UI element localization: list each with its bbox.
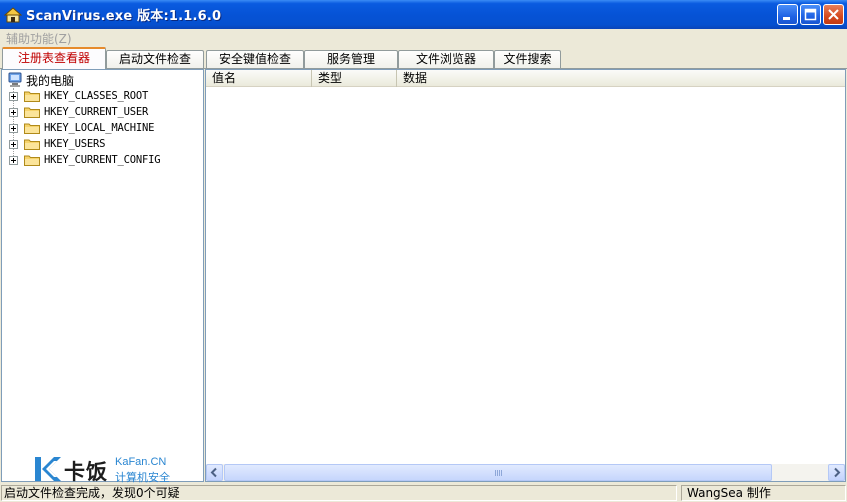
scroll-right-button[interactable] <box>828 464 845 481</box>
expand-icon[interactable] <box>9 91 18 101</box>
scrollbar-track[interactable] <box>223 464 828 481</box>
values-list[interactable]: 值名 类型 数据 <box>205 69 846 482</box>
watermark-english: KaFan.CN <box>115 456 167 468</box>
status-bar: 启动文件检查完成，发现0个可疑 WangSea 制作 <box>0 483 847 502</box>
folder-icon <box>24 107 40 118</box>
maximize-button[interactable] <box>800 4 821 25</box>
status-message: 启动文件检查完成，发现0个可疑 <box>1 485 677 501</box>
folder-icon <box>24 91 40 102</box>
kafan-watermark: 卡饭 KaFan.CN 计算机安全 <box>34 455 184 485</box>
tab-registry-viewer[interactable]: 注册表查看器 <box>2 47 106 69</box>
expand-icon[interactable] <box>9 139 18 149</box>
expand-icon[interactable] <box>9 123 18 133</box>
tree-item-label: HKEY_CLASSES_ROOT <box>44 90 149 102</box>
window-title: ScanVirus.exe 版本:1.1.6.0 <box>26 9 222 24</box>
tree-root-my-computer[interactable]: 我的电脑 <box>8 72 74 88</box>
menu-item-tools[interactable]: 辅助功能(Z) <box>6 30 72 47</box>
tree-item-hkcc[interactable]: HKEY_CURRENT_CONFIG <box>9 152 161 168</box>
column-header-data[interactable]: 数据 <box>397 70 517 87</box>
tab-service-manager[interactable]: 服务管理 <box>304 50 398 69</box>
registry-tree[interactable]: 我的电脑 HKEY_CLASSES_ROOT HKEY_CURRENT_USER… <box>1 69 204 482</box>
tab-file-search[interactable]: 文件搜索 <box>494 50 561 69</box>
tree-item-label: HKEY_CURRENT_CONFIG <box>44 154 161 166</box>
watermark-chinese: 卡饭 <box>64 460 108 484</box>
chevron-left-icon <box>210 467 217 478</box>
title-bar[interactable]: ScanVirus.exe 版本:1.1.6.0 <box>0 0 847 29</box>
app-house-icon[interactable] <box>3 6 23 24</box>
tab-security-keys[interactable]: 安全键值检查 <box>206 50 304 69</box>
kafan-logo-icon <box>35 457 61 481</box>
tab-strip: 注册表查看器 启动文件检查 安全键值检查 服务管理 文件浏览器 文件搜索 <box>0 47 847 69</box>
folder-icon <box>24 155 40 166</box>
grip-icon <box>495 470 503 476</box>
tab-file-browser[interactable]: 文件浏览器 <box>398 50 494 69</box>
tree-item-label: HKEY_LOCAL_MACHINE <box>44 122 155 134</box>
tree-item-label: HKEY_CURRENT_USER <box>44 106 149 118</box>
minimize-button[interactable] <box>777 4 798 25</box>
tree-item-label: HKEY_USERS <box>44 138 106 150</box>
close-button[interactable] <box>823 4 844 25</box>
tree-item-hku[interactable]: HKEY_USERS <box>9 136 105 152</box>
tree-item-hkcu[interactable]: HKEY_CURRENT_USER <box>9 104 148 120</box>
expand-icon[interactable] <box>9 107 18 117</box>
expand-icon[interactable] <box>9 155 18 165</box>
horizontal-scrollbar[interactable] <box>206 464 845 481</box>
folder-icon <box>24 123 40 134</box>
tree-item-hklm[interactable]: HKEY_LOCAL_MACHINE <box>9 120 154 136</box>
tree-root-label: 我的电脑 <box>26 73 75 88</box>
folder-icon <box>24 139 40 150</box>
column-header-name[interactable]: 值名 <box>206 70 312 87</box>
computer-icon <box>8 72 22 87</box>
tree-item-hkcr[interactable]: HKEY_CLASSES_ROOT <box>9 88 148 104</box>
list-header: 值名 类型 数据 <box>206 70 845 87</box>
tab-startup-check[interactable]: 启动文件检查 <box>106 50 204 69</box>
scrollbar-thumb[interactable] <box>224 464 772 481</box>
column-header-type[interactable]: 类型 <box>312 70 397 87</box>
chevron-right-icon <box>834 467 841 478</box>
status-author: WangSea 制作 <box>681 485 846 501</box>
scroll-left-button[interactable] <box>206 464 223 481</box>
menu-bar: 辅助功能(Z) <box>0 29 847 47</box>
